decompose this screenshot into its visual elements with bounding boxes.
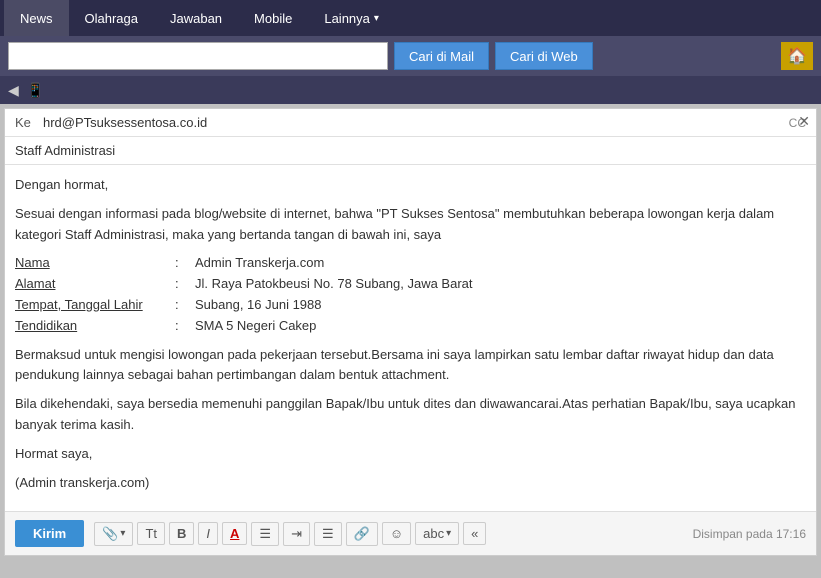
alamat-value: Jl. Raya Patokbeusi No. 78 Subang, Jawa … — [195, 274, 473, 295]
compose-toolbar: Kirim 📎 ▾ Tt B I A ☰ ⇥ ☰ 🔗 ☺ — [5, 511, 816, 555]
search-input[interactable] — [8, 42, 388, 70]
spellcheck-chevron-icon: ▾ — [446, 528, 451, 539]
bold-label: B — [177, 526, 186, 541]
nama-value: Admin Transkerja.com — [195, 253, 324, 274]
info-row-nama: Nama : Admin Transkerja.com — [15, 253, 806, 274]
attach-chevron-icon: ▾ — [120, 528, 125, 539]
align-button[interactable]: ☰ — [314, 522, 342, 546]
list-icon: ☰ — [259, 526, 271, 542]
cari-di-web-button[interactable]: Cari di Web — [495, 42, 593, 70]
saved-status: Disimpan pada 17:16 — [693, 527, 806, 541]
subject-value: Staff Administrasi — [15, 143, 115, 158]
nav-bar: News Olahraga Jawaban Mobile Lainnya ▾ — [0, 0, 821, 36]
link-icon: 🔗 — [354, 526, 370, 542]
back-icon[interactable]: ◀ — [8, 82, 19, 99]
emoji-icon: ☺ — [390, 526, 403, 541]
spellcheck-button[interactable]: abc ▾ — [415, 522, 459, 545]
italic-label: I — [206, 526, 210, 541]
attach-icon: 📎 — [102, 526, 118, 542]
info-table: Nama : Admin Transkerja.com Alamat : Jl.… — [15, 253, 806, 336]
attach-button[interactable]: 📎 ▾ — [94, 522, 133, 546]
signature: (Admin transkerja.com) — [15, 473, 806, 494]
more-options-icon: « — [471, 526, 478, 541]
nav-label-news: News — [20, 11, 53, 26]
info-row-alamat: Alamat : Jl. Raya Patokbeusi No. 78 Suba… — [15, 274, 806, 295]
paragraph3: Bila dikehendaki, saya bersedia memenuhi… — [15, 394, 806, 436]
alamat-colon: : — [175, 274, 195, 295]
pendidikan-label: Tendidikan — [15, 316, 175, 337]
home-button[interactable]: 🏠 — [781, 42, 813, 70]
cari-web-label: Cari di Web — [510, 49, 578, 64]
pendidikan-value: SMA 5 Negeri Cakep — [195, 316, 316, 337]
indent-button[interactable]: ⇥ — [283, 522, 310, 546]
email-subject-row: Staff Administrasi — [5, 137, 816, 165]
more-options-button[interactable]: « — [463, 522, 486, 545]
mobile-icon[interactable]: 📱 — [27, 82, 44, 99]
ttl-value: Subang, 16 Juni 1988 — [195, 295, 322, 316]
nav-item-jawaban[interactable]: Jawaban — [154, 0, 238, 36]
close-button[interactable]: ✕ — [798, 113, 810, 130]
nav-item-lainnya[interactable]: Lainnya ▾ — [308, 0, 395, 36]
to-label: Ke — [15, 115, 35, 130]
closing: Hormat saya, — [15, 444, 806, 465]
intro-paragraph: Sesuai dengan informasi pada blog/websit… — [15, 204, 806, 246]
info-row-pendidikan: Tendidikan : SMA 5 Negeri Cakep — [15, 316, 806, 337]
alamat-label: Alamat — [15, 274, 175, 295]
nama-label: Nama — [15, 253, 175, 274]
nama-colon: : — [175, 253, 195, 274]
kirim-label: Kirim — [33, 526, 66, 541]
cari-mail-label: Cari di Mail — [409, 49, 474, 64]
ttl-colon: : — [175, 295, 195, 316]
nav-item-news[interactable]: News — [4, 0, 69, 36]
spellcheck-label: abc — [423, 526, 444, 541]
font-color-label: A — [230, 526, 239, 541]
search-bar: Cari di Mail Cari di Web 🏠 — [0, 36, 821, 76]
nav-item-mobile[interactable]: Mobile — [238, 0, 308, 36]
bold-button[interactable]: B — [169, 522, 194, 545]
email-compose: ✕ Ke hrd@PTsuksessentosa.co.id CC Staff … — [4, 108, 817, 556]
format-text-label: Tt — [145, 526, 157, 541]
chevron-down-icon: ▾ — [374, 13, 379, 24]
nav-item-olahraga[interactable]: Olahraga — [69, 0, 154, 36]
format-text-button[interactable]: Tt — [137, 522, 165, 545]
list-button[interactable]: ☰ — [251, 522, 279, 546]
ttl-label: Tempat, Tanggal Lahir — [15, 295, 175, 316]
indent-icon: ⇥ — [291, 526, 302, 542]
info-row-ttl: Tempat, Tanggal Lahir : Subang, 16 Juni … — [15, 295, 806, 316]
icon-row: ◀ 📱 — [0, 76, 821, 104]
nav-label-mobile: Mobile — [254, 11, 292, 26]
link-button[interactable]: 🔗 — [346, 522, 378, 546]
pendidikan-colon: : — [175, 316, 195, 337]
greeting: Dengan hormat, — [15, 175, 806, 196]
email-body: Dengan hormat, Sesuai dengan informasi p… — [5, 165, 816, 511]
nav-label-lainnya: Lainnya — [324, 11, 370, 26]
nav-label-jawaban: Jawaban — [170, 11, 222, 26]
emoji-button[interactable]: ☺ — [382, 522, 411, 545]
nav-label-olahraga: Olahraga — [85, 11, 138, 26]
align-icon: ☰ — [322, 526, 334, 542]
cari-di-mail-button[interactable]: Cari di Mail — [394, 42, 489, 70]
home-icon: 🏠 — [787, 46, 807, 66]
font-color-button[interactable]: A — [222, 522, 247, 545]
paragraph2: Bermaksud untuk mengisi lowongan pada pe… — [15, 345, 806, 387]
to-value: hrd@PTsuksessentosa.co.id — [43, 115, 781, 130]
email-to-row: Ke hrd@PTsuksessentosa.co.id CC — [5, 109, 816, 137]
kirim-button[interactable]: Kirim — [15, 520, 84, 547]
italic-button[interactable]: I — [198, 522, 218, 545]
